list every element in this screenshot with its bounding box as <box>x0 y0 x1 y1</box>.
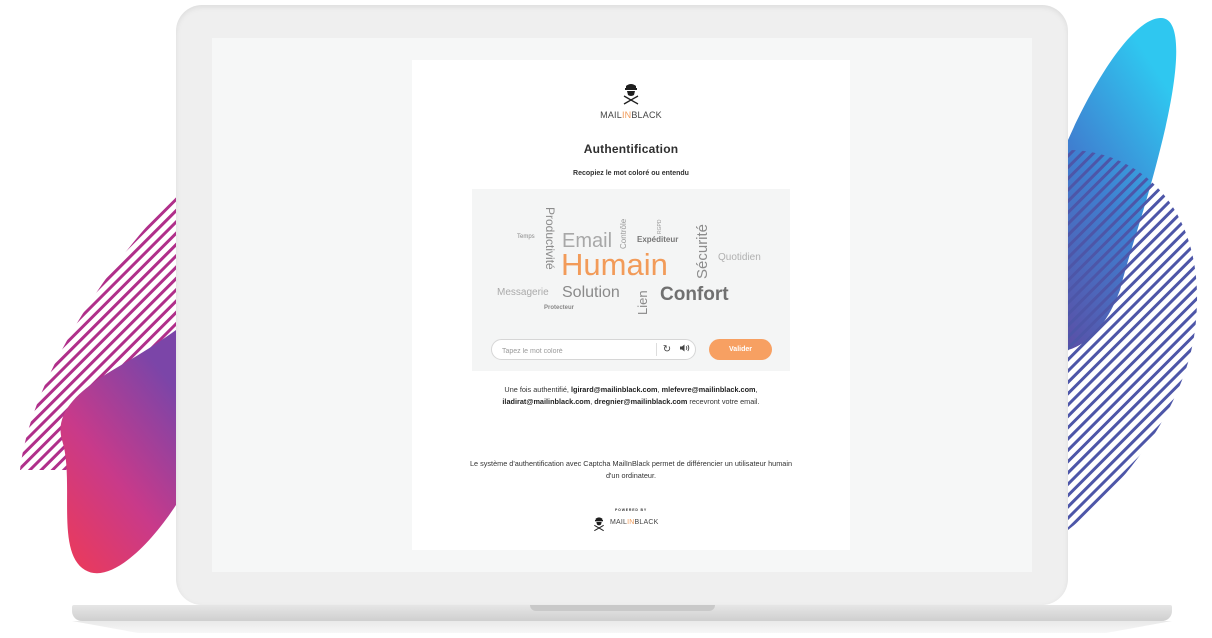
captcha-word-cloud: Productivité Temps Email Contrôle RGPD E… <box>472 189 790 339</box>
word-productivite: Productivité <box>543 207 557 270</box>
auth-card: MAILINBLACK Authentification Recopiez le… <box>412 60 850 550</box>
recipient-email: iladirat@mailinblack.com <box>502 397 591 406</box>
mailinblack-logo-icon <box>623 84 639 105</box>
captcha-answer-field: ↻ <box>491 339 696 360</box>
validate-button[interactable]: Valider <box>709 339 772 360</box>
recipients-info: Une fois authentifié, lgirard@mailinblac… <box>502 385 760 406</box>
mailinblack-footer-logo-icon <box>594 517 604 532</box>
word-temps: Temps <box>517 234 535 240</box>
word-expediteur: Expéditeur <box>637 235 679 244</box>
laptop-base-lip <box>72 621 1172 633</box>
recipient-email: lgirard@mailinblack.com <box>570 385 658 394</box>
powered-by-label: POWERED BY <box>615 508 647 512</box>
captcha-explanation: Le système d'authentification avec Captc… <box>469 459 793 480</box>
brand-name: MAILINBLACK <box>600 110 662 120</box>
word-quotidien: Quotidien <box>718 252 761 263</box>
word-controle: Contrôle <box>619 218 628 249</box>
page-title: Authentification <box>583 142 679 156</box>
laptop-notch <box>530 605 715 611</box>
captcha-input[interactable] <box>500 343 654 359</box>
input-divider <box>656 343 657 356</box>
audio-icon[interactable] <box>678 343 692 356</box>
word-lien: Lien <box>635 290 650 315</box>
recipient-email: mlefevre@mailinblack.com <box>661 385 756 394</box>
footer-brand-name: MAILINBLACK <box>610 519 659 526</box>
word-confort: Confort <box>660 284 729 305</box>
refresh-icon[interactable]: ↻ <box>660 343 674 356</box>
recipient-email: dregnier@mailinblack.com <box>594 397 688 406</box>
captcha-panel: Productivité Temps Email Contrôle RGPD E… <box>472 189 790 371</box>
word-humain: Humain <box>561 247 668 282</box>
word-securite: Sécurité <box>694 223 711 279</box>
word-rgpd: RGPD <box>657 219 663 234</box>
word-protecteur: Protecteur <box>544 305 575 311</box>
captcha-instruction: Recopiez le mot coloré ou entendu <box>573 170 689 177</box>
word-messagerie: Messagerie <box>497 287 549 298</box>
word-solution: Solution <box>562 284 620 301</box>
